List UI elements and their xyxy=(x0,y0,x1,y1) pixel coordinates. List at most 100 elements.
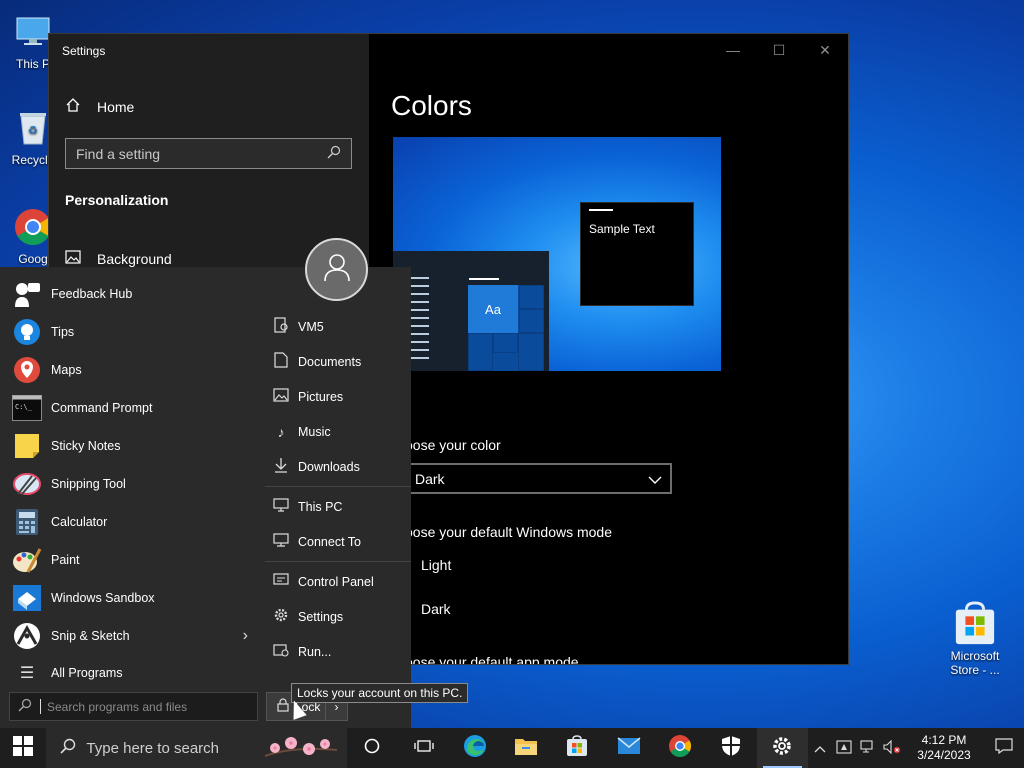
minimize-button[interactable]: — xyxy=(710,34,756,66)
places-list: VM5 Documents Pictures ♪ Music Downloads xyxy=(265,309,411,669)
app-item-feedback-hub[interactable]: Feedback Hub xyxy=(0,275,262,313)
gear-icon xyxy=(271,607,291,626)
clock-time: 4:12 PM xyxy=(921,733,967,747)
radio-label: Light xyxy=(421,557,452,573)
taskbar-chrome[interactable] xyxy=(654,728,705,768)
place-pictures[interactable]: Pictures xyxy=(265,379,411,414)
place-label: Connect To xyxy=(298,534,362,549)
update-warning-icon[interactable] xyxy=(832,739,856,757)
action-center-button[interactable] xyxy=(984,728,1024,768)
app-label: Maps xyxy=(51,363,82,377)
download-icon xyxy=(271,457,291,476)
app-item-calculator[interactable]: Calculator xyxy=(0,503,262,541)
color-preview: Aa Sample Text xyxy=(393,137,721,371)
gear-icon xyxy=(771,735,793,762)
chevron-down-icon xyxy=(648,471,662,487)
choose-color-dropdown[interactable]: Dark xyxy=(405,463,672,494)
place-label: VM5 xyxy=(298,319,324,334)
place-downloads[interactable]: Downloads xyxy=(265,449,411,484)
app-item-command-prompt[interactable]: C:\_ Command Prompt xyxy=(0,389,262,427)
app-item-maps[interactable]: Maps xyxy=(0,351,262,389)
close-button[interactable]: ✕ xyxy=(802,34,848,66)
svg-text:C:\_: C:\_ xyxy=(15,403,33,411)
place-control-panel[interactable]: Control Panel xyxy=(265,564,411,599)
place-this-pc[interactable]: This PC xyxy=(265,489,411,524)
cherry-blossom-icon xyxy=(263,734,339,762)
taskbar-edge[interactable] xyxy=(449,728,500,768)
taskbar-mail[interactable] xyxy=(603,728,654,768)
nav-item-background[interactable]: Background xyxy=(65,250,172,267)
places-divider xyxy=(265,561,411,562)
preview-tile-grid xyxy=(468,333,493,371)
app-item-sticky-notes[interactable]: Sticky Notes xyxy=(0,427,262,465)
snipping-tool-icon xyxy=(12,469,42,499)
choose-color-label: oose your color xyxy=(405,437,501,453)
preview-tiles-bar xyxy=(469,278,499,280)
place-run[interactable]: Run... xyxy=(265,634,411,669)
run-icon xyxy=(271,643,291,660)
app-item-paint[interactable]: Paint xyxy=(0,541,262,579)
all-programs-label: All Programs xyxy=(51,666,123,680)
control-panel-icon xyxy=(271,573,291,590)
nav-home-label: Home xyxy=(97,98,135,115)
radio-label: Dark xyxy=(421,601,451,617)
lock-tooltip: Locks your account on this PC. xyxy=(291,683,469,703)
place-music[interactable]: ♪ Music xyxy=(265,414,411,449)
taskbar: Type here to search 4:12 PM 3/24/2023 xyxy=(0,728,1024,768)
start-button[interactable] xyxy=(0,728,46,768)
maps-icon xyxy=(12,355,42,385)
preview-accent-tile: Aa xyxy=(468,285,518,333)
picture-icon xyxy=(271,388,291,405)
place-label: This PC xyxy=(298,499,343,514)
page-title: Colors xyxy=(391,90,472,121)
picture-icon xyxy=(65,250,83,267)
chrome-icon xyxy=(668,734,692,763)
place-settings[interactable]: Settings xyxy=(265,599,411,634)
notification-icon xyxy=(995,737,1013,759)
taskbar-settings[interactable] xyxy=(756,728,808,768)
connect-icon xyxy=(271,533,291,550)
close-icon: ✕ xyxy=(819,41,831,58)
taskbar-search-box[interactable]: Type here to search xyxy=(46,728,347,768)
place-documents[interactable]: Documents xyxy=(265,344,411,379)
chevron-up-icon[interactable] xyxy=(808,741,832,756)
nav-home[interactable]: Home xyxy=(65,97,134,116)
maximize-button[interactable]: ☐ xyxy=(756,34,802,66)
calculator-icon xyxy=(12,507,42,537)
places-divider xyxy=(265,486,411,487)
chevron-right-icon[interactable]: › xyxy=(243,627,248,645)
preview-tile-grid xyxy=(519,285,544,309)
start-search-placeholder: Search programs and files xyxy=(47,699,188,714)
taskbar-microsoft-store[interactable] xyxy=(552,728,603,768)
document-icon xyxy=(271,352,291,371)
network-icon[interactable] xyxy=(856,739,880,757)
place-connect-to[interactable]: Connect To xyxy=(265,524,411,559)
taskbar-file-explorer[interactable] xyxy=(500,728,551,768)
desktop-icon-label: Microsoft Store - ... xyxy=(950,649,1000,677)
home-icon xyxy=(65,97,83,116)
find-setting-input[interactable]: Find a setting xyxy=(65,138,352,169)
user-avatar[interactable] xyxy=(305,238,368,301)
start-search-input[interactable]: Search programs and files xyxy=(9,692,258,721)
place-label: Control Panel xyxy=(298,574,374,589)
place-user-folder[interactable]: VM5 xyxy=(265,309,411,344)
app-label: Tips xyxy=(51,325,75,339)
cortana-icon xyxy=(364,738,380,759)
preview-tile-grid xyxy=(518,333,544,371)
user-icon xyxy=(322,252,352,287)
desktop-icon-microsoft-store[interactable]: Microsoft Store - ... xyxy=(938,601,1012,677)
windows-logo-icon xyxy=(13,735,34,761)
all-programs-button[interactable]: ☰ All Programs xyxy=(12,663,123,683)
windows-sandbox-icon xyxy=(12,583,42,613)
app-label: Calculator xyxy=(51,515,108,529)
volume-muted-icon[interactable] xyxy=(880,739,904,757)
app-item-snip-sketch[interactable]: Snip & Sketch › xyxy=(0,617,262,655)
taskbar-windows-security[interactable] xyxy=(705,728,756,768)
task-view-button[interactable] xyxy=(398,728,449,768)
taskbar-clock[interactable]: 4:12 PM 3/24/2023 xyxy=(904,733,984,763)
app-item-snipping-tool[interactable]: Snipping Tool xyxy=(0,465,262,503)
cortana-button[interactable] xyxy=(347,728,398,768)
app-item-tips[interactable]: Tips xyxy=(0,313,262,351)
monitor-icon xyxy=(271,498,291,515)
app-item-windows-sandbox[interactable]: Windows Sandbox xyxy=(0,579,262,617)
